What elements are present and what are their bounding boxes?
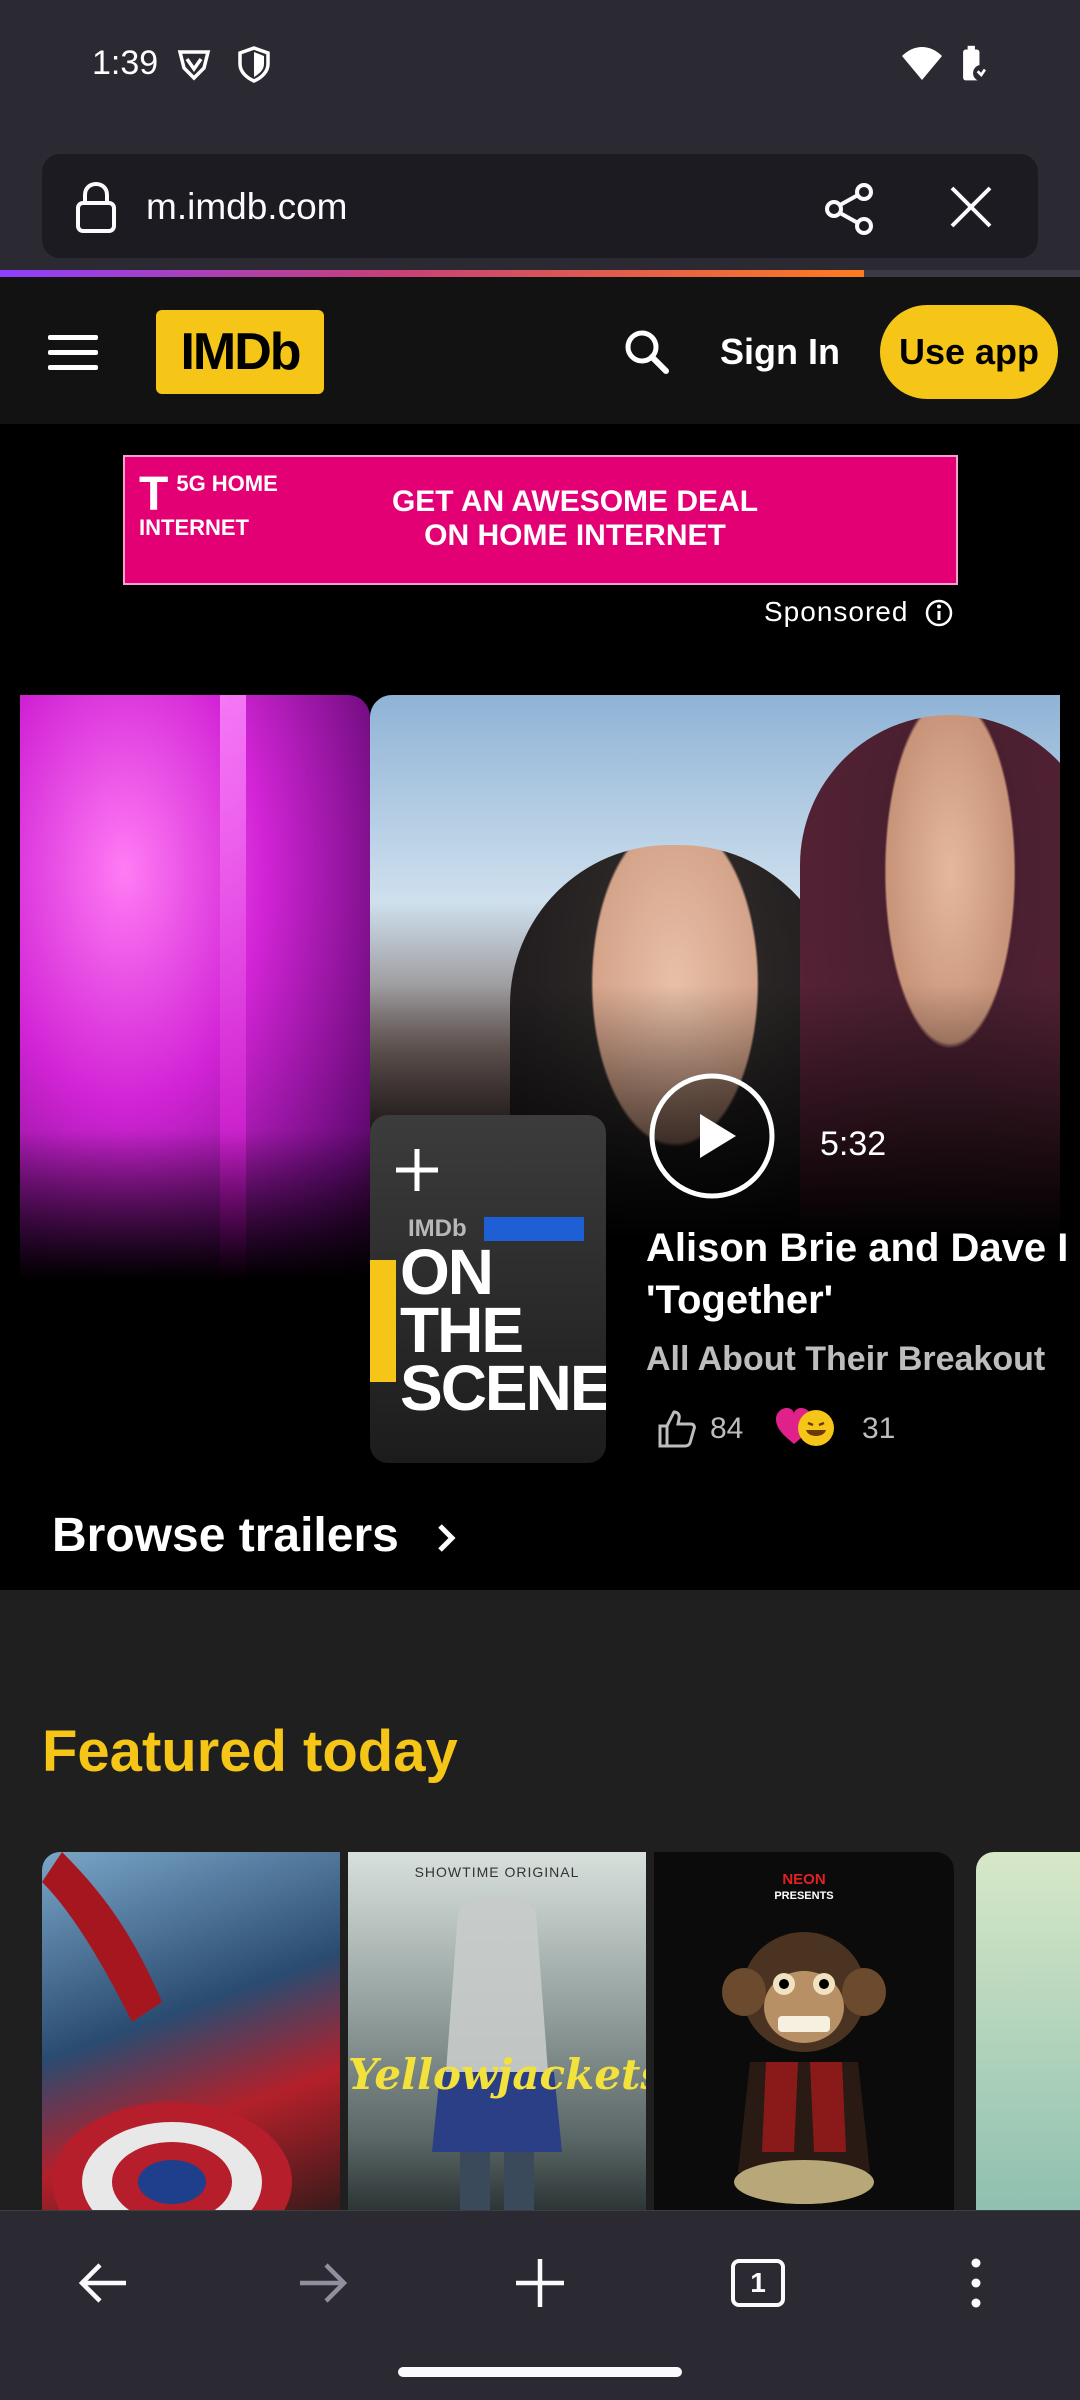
menu-icon[interactable]: [48, 335, 98, 371]
featured-poster[interactable]: NEON PRESENTS: [654, 1852, 954, 2210]
home-gesture-bar[interactable]: [398, 2367, 682, 2377]
browser-toolbar: 1: [0, 2210, 1080, 2400]
browse-trailers-link[interactable]: Browse trailers: [52, 1508, 399, 1563]
sign-in-link[interactable]: Sign In: [720, 331, 840, 373]
close-icon[interactable]: [946, 182, 996, 232]
thumbs-up-icon[interactable]: [656, 1408, 698, 1450]
trailer-thumbnail[interactable]: IMDb ON THE SCENE: [370, 1115, 606, 1463]
page-load-progress: [0, 270, 1080, 277]
url-text[interactable]: m.imdb.com: [146, 186, 347, 228]
ad-brand: T 5G HOME INTERNET: [139, 468, 278, 540]
ad-brand-line1: 5G HOME: [176, 471, 278, 496]
ad-brand-line2: INTERNET: [139, 515, 249, 540]
featured-poster[interactable]: [42, 1852, 340, 2210]
lock-icon[interactable]: [72, 180, 120, 234]
chevron-right-icon[interactable]: [430, 1518, 464, 1558]
featured-poster[interactable]: SHOWTIME ORIGINAL Yellowjackets: [348, 1852, 646, 2210]
back-arrow-icon[interactable]: [74, 2253, 134, 2313]
ad-headline: GET AN AWESOME DEAL ON HOME INTERNET: [375, 485, 775, 553]
reaction-count: 31: [862, 1412, 896, 1445]
t-mobile-logo: T: [139, 468, 169, 521]
security-shield-icon: [238, 46, 270, 83]
tabs-counter-button[interactable]: 1: [728, 2253, 788, 2313]
featured-poster[interactable]: [976, 1852, 1080, 2210]
ad-headline-line2: ON HOME INTERNET: [424, 519, 726, 552]
info-icon[interactable]: [924, 598, 954, 628]
video-duration: 5:32: [820, 1125, 887, 1163]
video-title-line1[interactable]: Alison Brie and Dave I: [646, 1222, 1080, 1274]
previous-trailer-slide[interactable]: [20, 695, 370, 1280]
toy-monkey-image: [722, 1932, 886, 2204]
new-tab-plus-icon[interactable]: [510, 2253, 570, 2313]
add-to-watchlist-icon[interactable]: [392, 1145, 442, 1195]
poster-studio-presents: PRESENTS: [774, 1890, 834, 1902]
status-bar: 1:39: [0, 0, 1080, 140]
search-icon[interactable]: [620, 325, 674, 379]
wifi-icon: [902, 47, 942, 80]
thumbnail-title-line2: SCENE: [400, 1352, 606, 1424]
imdb-header: IMDb Sign In Use app: [0, 277, 1080, 424]
ad-headline-line1: GET AN AWESOME DEAL: [391, 485, 759, 518]
forward-arrow-icon[interactable]: [292, 2253, 352, 2313]
tabs-count: 1: [750, 2267, 766, 2298]
thumbnail-title-line1: ON THE: [400, 1236, 524, 1366]
share-icon[interactable]: [822, 182, 876, 236]
featured-title: Featured today: [42, 1719, 458, 1784]
ad-banner[interactable]: T 5G HOME INTERNET GET AN AWESOME DEAL O…: [123, 455, 958, 585]
address-bar[interactable]: m.imdb.com: [42, 154, 1038, 258]
page-load-progress-fill: [0, 270, 864, 277]
video-title-line2[interactable]: 'Together': [646, 1274, 1080, 1326]
thumbnail-title: ON THE SCENE: [400, 1236, 606, 1424]
use-app-button[interactable]: Use app: [880, 305, 1058, 399]
video-subtitle: All About Their Breakout: [646, 1340, 1046, 1378]
veiled-figure-image: [432, 1897, 562, 2210]
battery-saver-icon: [963, 45, 990, 82]
poster-studio-name: NEON: [782, 1871, 826, 1888]
status-time: 1:39: [92, 44, 159, 82]
play-icon[interactable]: [648, 1072, 776, 1200]
poster-studio-label: NEON PRESENTS: [654, 1872, 954, 1904]
captain-america-shield-image: [42, 1852, 292, 2210]
imdb-logo[interactable]: IMDb: [156, 310, 324, 394]
video-title[interactable]: Alison Brie and Dave I 'Together': [646, 1222, 1080, 1326]
browser-address-area: m.imdb.com: [0, 140, 1080, 270]
vpn-shield-icon: [177, 50, 211, 81]
sponsored-label: Sponsored: [764, 596, 909, 627]
poster-logo: Yellowjackets: [348, 2050, 646, 2099]
more-options-icon[interactable]: [946, 2253, 1006, 2313]
reactions-icon[interactable]: [774, 1404, 850, 1450]
like-count: 84: [710, 1412, 744, 1445]
